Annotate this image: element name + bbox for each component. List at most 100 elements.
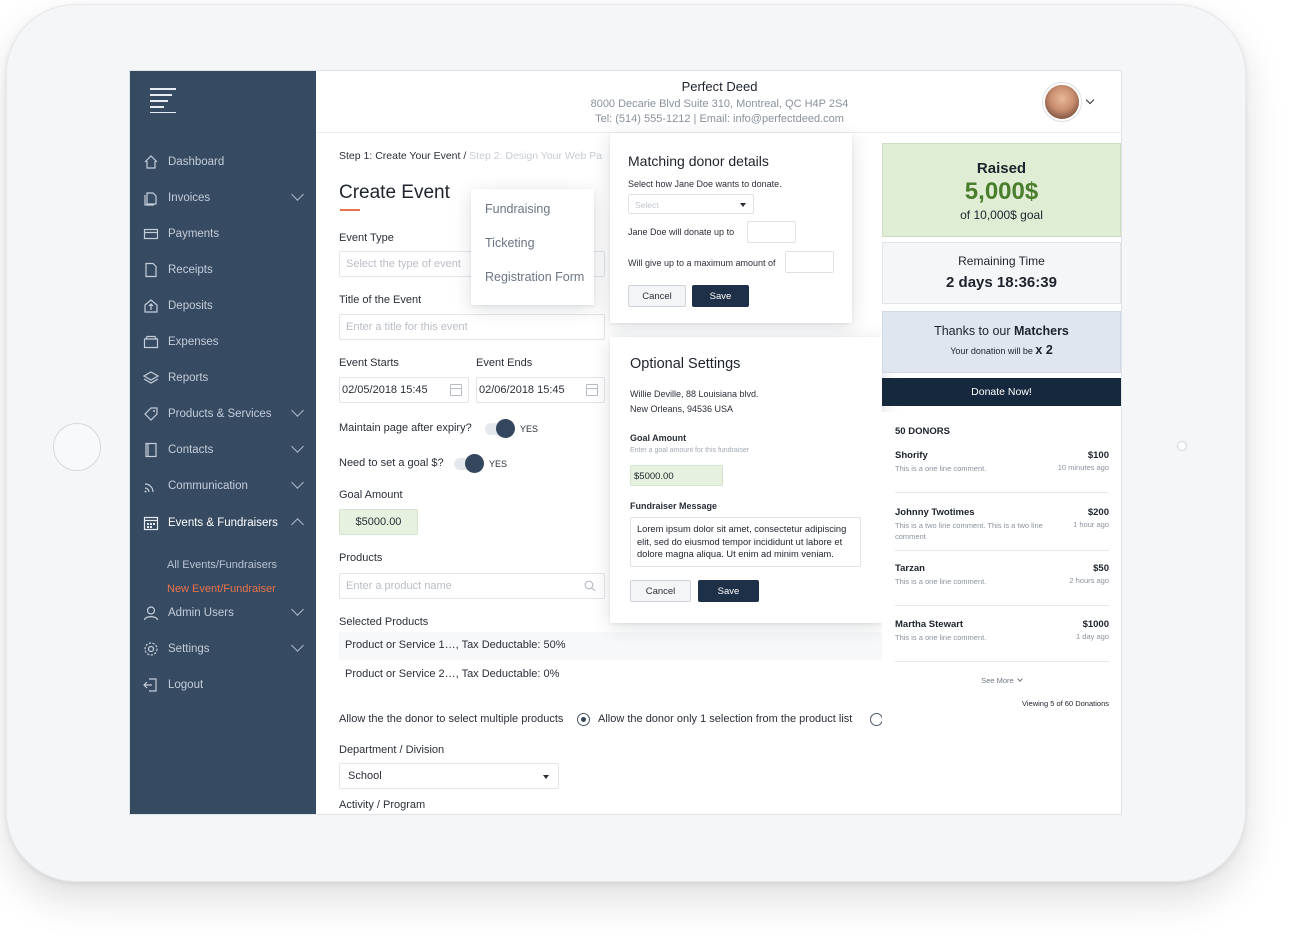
donor-comment: This is a one line comment. [895,633,987,642]
donor-item: Martha Stewart $1000 This is a one line … [895,619,1109,659]
avatar[interactable] [1043,83,1081,121]
sidebar-item-contacts[interactable]: Contacts [130,435,316,465]
max-amount-input[interactable] [785,251,834,273]
chevron-up-icon[interactable] [291,518,304,531]
sidebar-item-label: Settings [168,643,210,655]
event-title-input[interactable]: Enter a title for this event [339,314,605,340]
wallet-icon [143,335,159,349]
multi-select-label: Allow the the donor to select multiple p… [339,713,564,725]
maintain-page-toggle[interactable] [485,419,515,438]
chevron-down-icon[interactable] [291,404,304,417]
modal-title: Matching donor details [628,153,769,169]
receipt-icon [145,262,157,278]
cancel-button[interactable]: Cancel [628,285,686,307]
calendar-icon[interactable] [586,384,598,396]
dropdown-option-fundraising[interactable]: Fundraising [485,202,550,216]
donor-name: Johnny Twotimes [895,507,975,518]
save-button[interactable]: Save [698,580,759,602]
logout-icon [143,678,157,692]
sidebar-item-dashboard[interactable]: Dashboard [130,147,316,177]
deposit-icon [144,299,158,313]
dropdown-option-ticketing[interactable]: Ticketing [485,236,535,250]
divider [895,661,1109,662]
rss-icon [144,483,154,493]
selected-product-row[interactable]: Product or Service 2…, Tax Deductable: 0… [339,661,895,689]
donor-time: 1 hour ago [1073,520,1109,529]
divider [895,492,1109,493]
sidebar-item-reports[interactable]: Reports [130,363,316,393]
multi-select-radio[interactable] [577,713,590,726]
sidebar-item-receipts[interactable]: Receipts [130,255,316,285]
chevron-down-icon [1016,676,1023,682]
goal-toggle[interactable] [454,454,484,473]
products-label: Products [339,552,383,564]
donors-list: 50 DONORS Shorify $100 This is a one lin… [882,412,1121,726]
sidebar-item-communication[interactable]: Communication [130,471,316,501]
step-next[interactable]: Step 2: Design Your Web Pa [466,150,602,162]
org-contact: Tel: (514) 555-1212 | Email: info@perfec… [595,113,844,125]
donor-item: Tarzan $50 This is a one line comment. 2… [895,563,1109,603]
sidebar-item-logout[interactable]: Logout [130,670,316,700]
matchers-bold: Matchers [1014,324,1069,338]
calendar-icon[interactable] [450,384,462,396]
sidebar-item-admin-users[interactable]: Admin Users [130,598,316,628]
raised-amount: 5,000$ [964,178,1039,205]
chevron-down-icon[interactable] [291,188,304,201]
sidebar-item-products-services[interactable]: Products & Services [130,399,316,429]
department-select[interactable]: School [339,763,559,789]
fundraiser-message-textarea[interactable]: Lorem ipsum dolor sit amet, consectetur … [630,517,861,567]
step-current: Step 1: Create Your Event / [339,150,467,162]
donate-now-button[interactable]: Donate Now! [882,378,1121,406]
donor-item: Johnny Twotimes $200 This is a two line … [895,507,1109,549]
see-more-link[interactable]: See More [882,676,1121,685]
sidebar-item-label: Deposits [168,300,213,312]
donate-up-to-input[interactable] [747,221,796,243]
event-ends-input[interactable]: 02/06/2018 15:45 [476,377,605,403]
goal-question-label: Need to set a goal $? [339,457,444,469]
modal-subtitle: Select how Jane Doe wants to donate. [628,179,782,189]
chevron-down-icon[interactable] [291,603,304,616]
viewing-count: Viewing 5 of 60 Donations [1021,699,1109,708]
goal-amount-label: Goal Amount [339,489,403,501]
donor-amount: $100 [1087,450,1109,461]
menu-icon[interactable] [150,88,178,113]
sidebar-item-label: Dashboard [168,156,225,168]
sidebar-item-label: Communication [168,480,248,492]
sidebar-item-label: Reports [168,372,209,384]
fundraiser-message-label: Fundraiser Message [630,501,718,511]
sidebar-item-settings[interactable]: Settings [130,634,316,664]
donation-type-select[interactable]: Select [628,194,754,214]
sidebar-item-events-fundraisers[interactable]: Events & Fundraisers [130,508,316,538]
selected-product-row[interactable]: Product or Service 1…, Tax Deductable: 5… [339,632,895,660]
dropdown-option-registration[interactable]: Registration Form [485,270,584,284]
goal-amount-input[interactable]: $5000.00 [630,465,723,486]
chevron-down-icon[interactable] [291,440,304,453]
sidebar-item-label: Products & Services [168,408,272,420]
sidebar-item-deposits[interactable]: Deposits [130,291,316,321]
donor-name: Tarzan [895,563,925,574]
chevron-down-icon[interactable] [291,639,304,652]
goal-amount-input[interactable]: $5000.00 [339,509,418,535]
remaining-value: 2 days 18:36:39 [946,274,1057,291]
toggle-knob [465,454,484,473]
remaining-time-card: Remaining Time 2 days 18:36:39 [882,242,1121,304]
sidebar-item-invoices[interactable]: Invoices [130,183,316,213]
event-ends-label: Event Ends [476,357,533,369]
product-search-input[interactable]: Enter a product name [339,573,605,599]
save-button[interactable]: Save [692,285,749,307]
home-icon [144,155,158,169]
cancel-button[interactable]: Cancel [630,580,691,602]
sidebar-item-payments[interactable]: Payments [130,219,316,249]
card-icon [143,228,159,240]
home-button[interactable] [53,423,101,471]
chevron-down-icon[interactable] [291,476,304,489]
donor-comment: This is a one line comment. [895,577,987,586]
sidebar-subitem-all-events[interactable]: All Events/Fundraisers [167,559,277,571]
event-starts-value: 02/05/2018 15:45 [342,384,428,396]
event-starts-input[interactable]: 02/05/2018 15:45 [339,377,469,403]
sidebar-subitem-new-event[interactable]: New Event/Fundraiser [167,583,276,595]
search-icon[interactable] [584,580,596,592]
tag-icon [144,407,158,421]
donors-heading: 50 DONORS [895,426,950,437]
sidebar-item-expenses[interactable]: Expenses [130,327,316,357]
